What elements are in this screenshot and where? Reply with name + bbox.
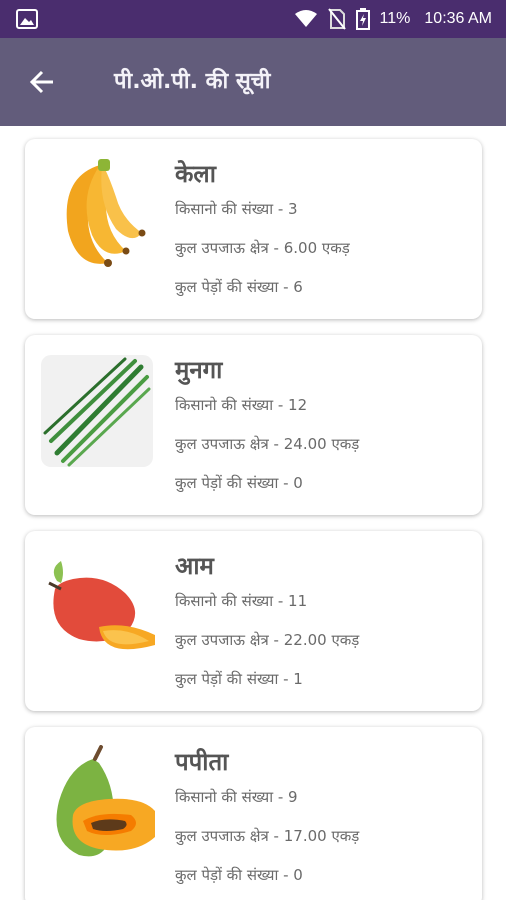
mango-icon bbox=[39, 549, 155, 665]
crop-card-drumstick[interactable]: मुनगा किसानो की संख्या - 12 कुल उपजाऊ क्… bbox=[25, 335, 482, 515]
cultivable-area: कुल उपजाऊ क्षेत्र - 6.00 एकड़ bbox=[175, 239, 350, 257]
crop-list: केला किसानो की संख्या - 3 कुल उपजाऊ क्षे… bbox=[0, 126, 506, 900]
drumstick-icon bbox=[39, 353, 155, 469]
battery-percentage: 11% bbox=[379, 10, 411, 27]
status-bar: 11% 10:36 AM bbox=[0, 0, 506, 38]
arrow-left-icon bbox=[29, 70, 53, 94]
image-icon bbox=[16, 9, 38, 29]
farmer-count: किसानो की संख्या - 11 bbox=[175, 592, 308, 610]
papaya-icon bbox=[39, 745, 155, 861]
farmer-count: किसानो की संख्या - 3 bbox=[175, 200, 298, 218]
back-button[interactable] bbox=[18, 60, 66, 104]
crop-name: पपीता bbox=[175, 748, 229, 776]
cultivable-area: कुल उपजाऊ क्षेत्र - 17.00 एकड़ bbox=[175, 827, 360, 845]
crop-card-papaya[interactable]: पपीता किसानो की संख्या - 9 कुल उपजाऊ क्ष… bbox=[25, 727, 482, 900]
crop-name: मुनगा bbox=[175, 356, 223, 384]
wifi-icon bbox=[294, 10, 318, 28]
cultivable-area: कुल उपजाऊ क्षेत्र - 22.00 एकड़ bbox=[175, 631, 360, 649]
tree-count: कुल पेड़ों की संख्या - 0 bbox=[175, 474, 303, 492]
crop-card-banana[interactable]: केला किसानो की संख्या - 3 कुल उपजाऊ क्षे… bbox=[25, 139, 482, 319]
battery-charging-icon bbox=[355, 8, 370, 30]
crop-name: केला bbox=[175, 160, 216, 188]
page-title: पी.ओ.पी. की सूची bbox=[114, 69, 271, 94]
tree-count: कुल पेड़ों की संख्या - 6 bbox=[175, 278, 303, 296]
no-sim-icon bbox=[327, 8, 346, 30]
farmer-count: किसानो की संख्या - 9 bbox=[175, 788, 298, 806]
clock: 10:36 AM bbox=[424, 10, 492, 27]
crop-name: आम bbox=[175, 552, 214, 580]
tree-count: कुल पेड़ों की संख्या - 1 bbox=[175, 670, 303, 688]
crop-card-mango[interactable]: आम किसानो की संख्या - 11 कुल उपजाऊ क्षेत… bbox=[25, 531, 482, 711]
farmer-count: किसानो की संख्या - 12 bbox=[175, 396, 308, 414]
banana-icon bbox=[39, 157, 155, 273]
cultivable-area: कुल उपजाऊ क्षेत्र - 24.00 एकड़ bbox=[175, 435, 360, 453]
app-bar: पी.ओ.पी. की सूची bbox=[0, 38, 506, 126]
tree-count: कुल पेड़ों की संख्या - 0 bbox=[175, 866, 303, 884]
